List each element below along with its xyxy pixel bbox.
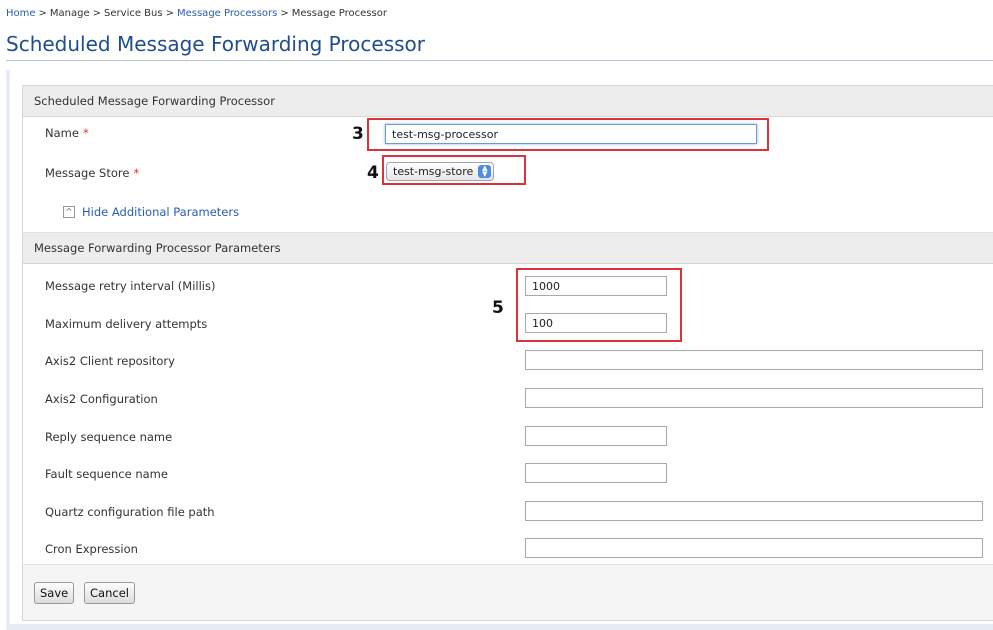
required-marker: *	[82, 126, 89, 140]
quartz-config-path-label: Quartz configuration file path	[45, 505, 215, 519]
hide-additional-parameters-toggle[interactable]: ^ Hide Additional Parameters	[63, 205, 239, 219]
save-button[interactable]: Save	[34, 582, 75, 604]
callout-number-5: 5	[492, 298, 504, 318]
breadcrumb-separator: >	[92, 8, 102, 19]
content-bottom-border	[6, 624, 993, 630]
cancel-button[interactable]: Cancel	[84, 582, 135, 604]
retry-interval-label: Message retry interval (Millis)	[45, 279, 216, 293]
form-footer	[23, 564, 993, 620]
cron-expression-label: Cron Expression	[45, 542, 138, 556]
name-label-text: Name	[45, 126, 79, 140]
message-store-label: Message Store *	[45, 166, 139, 180]
axis2-configuration-input[interactable]	[525, 388, 983, 408]
fault-sequence-input[interactable]	[525, 463, 667, 483]
axis2-client-repository-input[interactable]	[525, 350, 983, 370]
required-marker: *	[133, 166, 140, 180]
content-left-border	[6, 70, 10, 630]
collapse-icon: ^	[63, 206, 75, 218]
breadcrumb-separator: >	[280, 8, 289, 19]
callout-box-retry-params	[516, 268, 682, 342]
breadcrumb-manage: Manage	[49, 8, 90, 19]
quartz-config-path-input[interactable]	[525, 501, 983, 521]
max-delivery-attempts-label: Maximum delivery attempts	[45, 317, 208, 331]
callout-number-4: 4	[367, 163, 379, 183]
reply-sequence-label: Reply sequence name	[45, 430, 173, 444]
breadcrumb-home[interactable]: Home	[6, 8, 36, 19]
page-title: Scheduled Message Forwarding Processor	[6, 32, 426, 56]
axis2-client-repository-label: Axis2 Client repository	[45, 354, 175, 368]
callout-number-3: 3	[352, 124, 364, 144]
breadcrumb-separator: >	[165, 8, 174, 19]
message-store-label-text: Message Store	[45, 166, 130, 180]
breadcrumb-message-processors[interactable]: Message Processors	[177, 8, 277, 19]
title-divider	[6, 60, 993, 61]
breadcrumb-separator: >	[38, 8, 47, 19]
callout-box-store	[382, 155, 526, 185]
fault-sequence-label: Fault sequence name	[45, 467, 168, 481]
reply-sequence-input[interactable]	[525, 426, 667, 446]
cron-expression-input[interactable]	[525, 538, 983, 558]
breadcrumb-current: Message Processor	[291, 8, 387, 19]
breadcrumb: Home > Manage > Service Bus > Message Processo…	[6, 8, 387, 19]
hide-additional-parameters-link[interactable]: Hide Additional Parameters	[82, 205, 239, 219]
params-section-header: Message Forwarding Processor Parameters	[23, 232, 993, 264]
name-label: Name *	[45, 126, 89, 140]
axis2-configuration-label: Axis2 Configuration	[45, 392, 158, 406]
breadcrumb-service-bus: Service Bus	[104, 8, 163, 19]
callout-box-name	[367, 118, 769, 151]
form-section-header: Scheduled Message Forwarding Processor	[23, 86, 993, 117]
